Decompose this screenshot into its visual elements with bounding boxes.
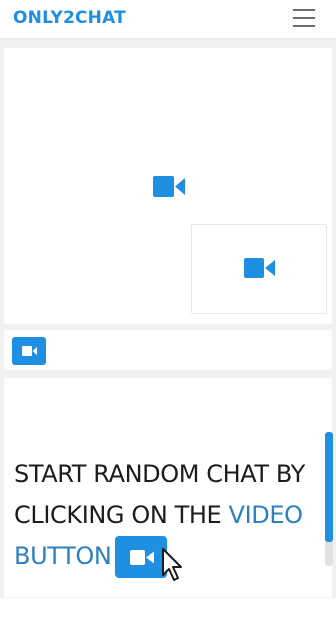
video-camera-icon (130, 550, 155, 565)
menu-line (293, 9, 315, 11)
promo-heading: START RANDOM CHAT BY CLICKING ON THE VID… (14, 454, 320, 581)
video-camera-icon (22, 346, 37, 356)
header: ONLY2CHAT (0, 0, 336, 38)
start-video-button[interactable] (12, 337, 46, 365)
control-bar (4, 330, 332, 370)
hamburger-menu-icon[interactable] (293, 9, 315, 29)
page-bottom (0, 598, 336, 623)
promo-section: START RANDOM CHAT BY CLICKING ON THE VID… (4, 378, 332, 597)
inline-video-button[interactable] (115, 536, 183, 581)
local-video-preview (191, 224, 327, 314)
scrollbar-thumb[interactable] (325, 432, 333, 542)
mouse-pointer-icon (162, 548, 183, 581)
video-camera-icon (244, 258, 275, 278)
menu-line (293, 17, 315, 19)
logo[interactable]: ONLY2CHAT (13, 8, 126, 28)
video-camera-icon (153, 176, 185, 197)
menu-line (293, 25, 315, 27)
remote-video-panel (4, 48, 332, 324)
scrollbar[interactable] (325, 432, 333, 566)
